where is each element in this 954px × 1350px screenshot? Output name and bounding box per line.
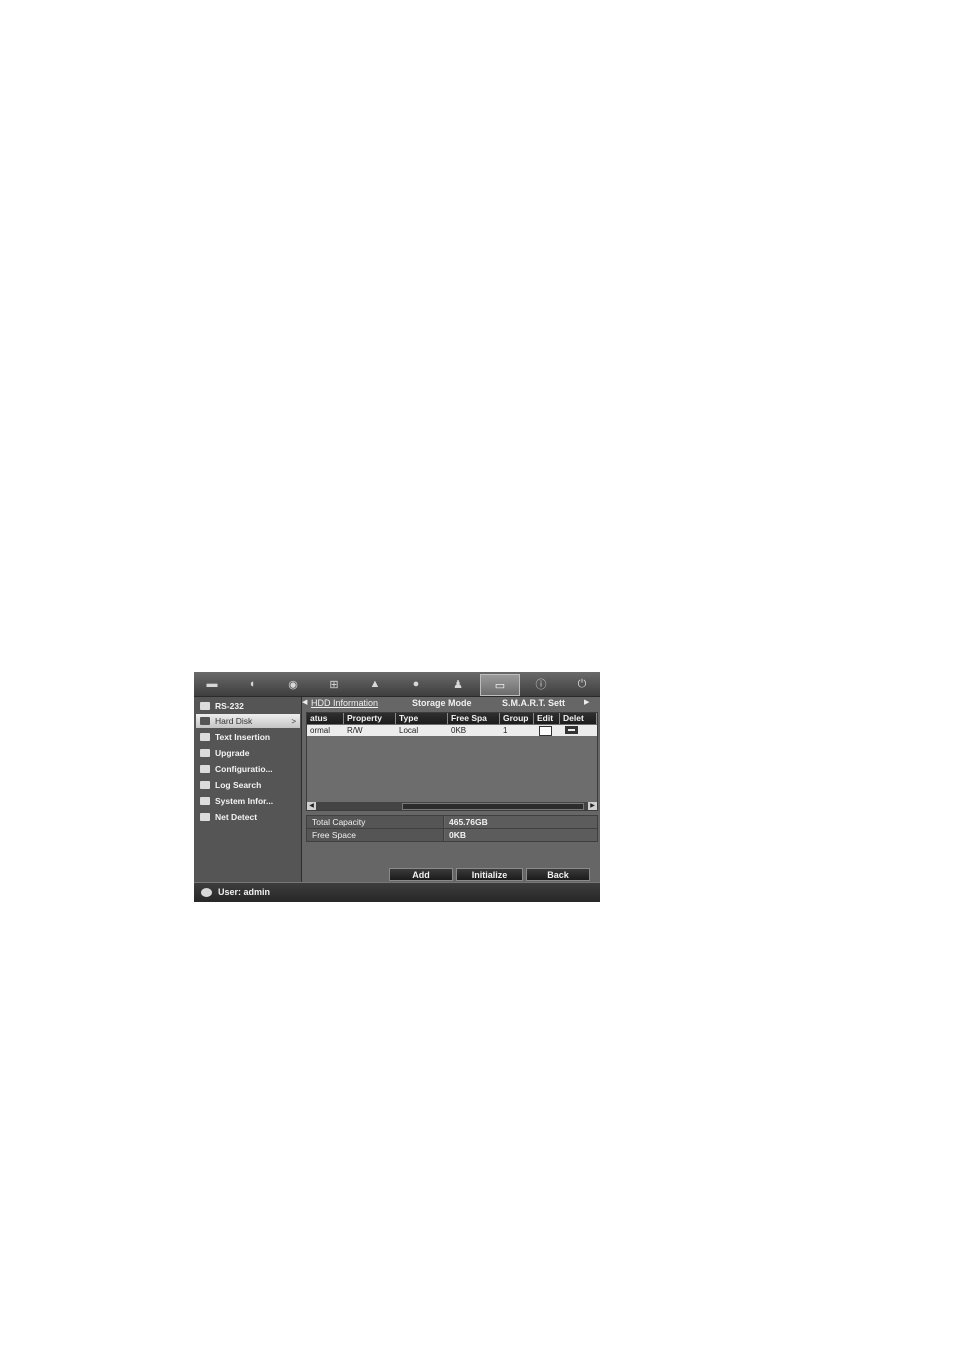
device-icon[interactable]: ●: [404, 676, 428, 692]
capacity-summary: Total Capacity 465.76GB Free Space 0KB: [306, 815, 598, 842]
sidebar: RS-232 Hard Disk > Text Insertion Upgrad…: [194, 697, 302, 882]
edit-icon[interactable]: [539, 726, 552, 736]
cell-group: 1: [503, 726, 508, 735]
column-header-free-space[interactable]: Free Spa: [448, 713, 500, 724]
column-header-type[interactable]: Type: [396, 713, 448, 724]
system-info-icon: [200, 797, 210, 805]
sidebar-item-label: Net Detect: [215, 812, 258, 822]
camera-icon[interactable]: ◖: [240, 676, 264, 692]
sidebar-item-label: Log Search: [215, 780, 262, 790]
user-icon[interactable]: ♟: [446, 676, 470, 692]
scroll-left-icon[interactable]: ◀: [307, 802, 316, 810]
cell-type: Local: [399, 726, 419, 735]
free-space-row: Free Space 0KB: [307, 829, 597, 841]
rs232-icon: [200, 702, 210, 710]
alarm-icon[interactable]: ▲: [363, 676, 387, 692]
column-header-delete[interactable]: Delet: [560, 713, 597, 724]
net-detect-icon: [200, 813, 210, 821]
free-space-label: Free Space: [307, 829, 444, 841]
hard-disk-icon: [200, 717, 210, 725]
log-search-icon: [200, 781, 210, 789]
power-icon[interactable]: ⏻: [570, 676, 594, 692]
total-capacity-value: 465.76GB: [445, 816, 597, 828]
hdd-table: atus Property Type Free Spa Group Edit D…: [306, 712, 598, 811]
sidebar-item-system-info[interactable]: System Infor...: [196, 794, 300, 808]
tab-scroll-left-icon[interactable]: ◀: [302, 698, 307, 706]
sidebar-item-label: RS-232: [215, 701, 244, 711]
scrollbar-thumb[interactable]: [402, 803, 584, 810]
dvr-screen: ▬ ◖ ◉ ⊞ ▲ ● ♟ ▭ ⓘ ⏻ RS-232 Hard Disk > T…: [194, 672, 600, 902]
sidebar-item-label: Text Insertion: [215, 732, 271, 742]
main-panel: ◀ HDD Information Storage Mode S.M.A.R.T…: [302, 697, 600, 882]
sidebar-item-net-detect[interactable]: Net Detect: [196, 810, 300, 824]
add-button[interactable]: Add: [389, 868, 453, 881]
sidebar-item-label: Upgrade: [215, 748, 250, 758]
total-capacity-row: Total Capacity 465.76GB: [307, 816, 597, 829]
cell-property: R/W: [347, 726, 363, 735]
sidebar-item-label: System Infor...: [215, 796, 274, 806]
status-bar: User: admin: [194, 882, 600, 902]
top-menu-bar: ▬ ◖ ◉ ⊞ ▲ ● ♟ ▭ ⓘ ⏻: [194, 672, 600, 697]
sidebar-item-label: Configuratio...: [215, 764, 273, 774]
network-icon[interactable]: ⊞: [322, 676, 346, 692]
tab-scroll-right-icon[interactable]: ▶: [584, 698, 589, 706]
sidebar-item-upgrade[interactable]: Upgrade: [196, 746, 300, 760]
free-space-value: 0KB: [445, 829, 597, 841]
delete-icon[interactable]: [565, 726, 578, 734]
back-button[interactable]: Back: [526, 868, 590, 881]
cell-free-space: 0KB: [451, 726, 467, 735]
column-header-group[interactable]: Group: [500, 713, 534, 724]
column-header-property[interactable]: Property: [344, 713, 396, 724]
tab-smart-settings[interactable]: S.M.A.R.T. Sett: [502, 698, 565, 708]
scroll-right-icon[interactable]: ▶: [588, 802, 597, 810]
tab-hdd-information[interactable]: HDD Information: [311, 698, 378, 708]
sidebar-item-hard-disk[interactable]: Hard Disk >: [196, 714, 300, 728]
initialize-button[interactable]: Initialize: [456, 868, 523, 881]
sidebar-item-label: Hard Disk: [215, 716, 253, 726]
configuration-icon: [200, 765, 210, 773]
tab-storage-mode[interactable]: Storage Mode: [412, 698, 472, 708]
user-avatar-icon: [201, 888, 212, 897]
hdd-icon[interactable]: ▭: [480, 674, 520, 696]
text-insertion-icon: [200, 733, 210, 741]
info-icon[interactable]: ⓘ: [529, 676, 553, 692]
live-view-icon[interactable]: ▬: [200, 676, 224, 692]
horizontal-scrollbar[interactable]: ◀ ▶: [307, 802, 597, 810]
column-header-status[interactable]: atus: [307, 713, 344, 724]
upgrade-icon: [200, 749, 210, 757]
cell-status: ormal: [310, 726, 331, 735]
column-header-edit[interactable]: Edit: [534, 713, 560, 724]
sidebar-item-rs232[interactable]: RS-232: [196, 699, 300, 713]
table-row[interactable]: ormal R/W Local 0KB 1: [307, 725, 597, 736]
sidebar-item-configuration[interactable]: Configuratio...: [196, 762, 300, 776]
sidebar-item-log-search[interactable]: Log Search: [196, 778, 300, 792]
chevron-right-icon: >: [291, 716, 296, 726]
total-capacity-label: Total Capacity: [307, 816, 444, 828]
current-user: User: admin: [218, 887, 271, 897]
sidebar-item-text-insertion[interactable]: Text Insertion: [196, 730, 300, 744]
record-icon[interactable]: ◉: [281, 676, 305, 692]
